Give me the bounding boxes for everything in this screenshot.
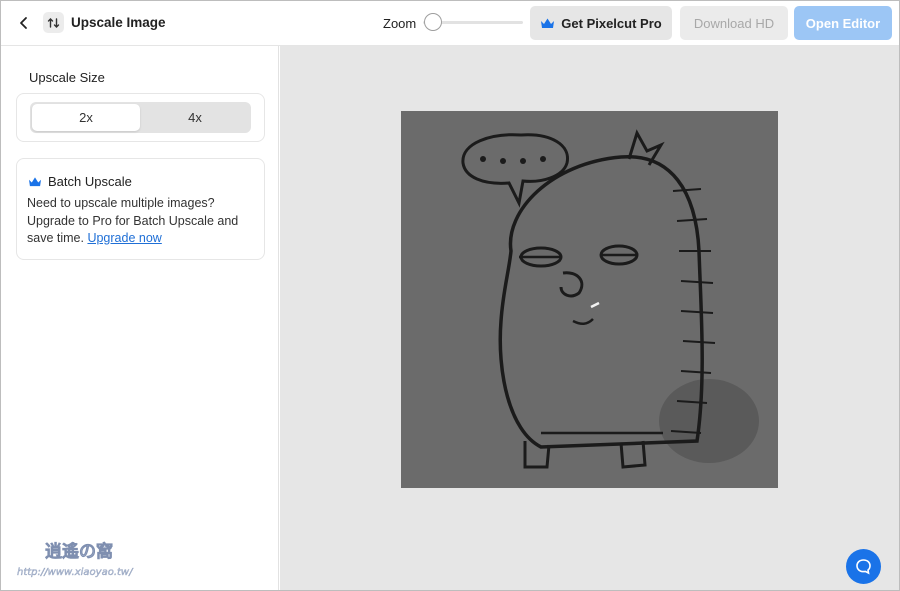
watermark-url: http://www.xiaoyao.tw/ <box>17 567 134 578</box>
upgrade-now-link[interactable]: Upgrade now <box>87 231 161 245</box>
upscale-size-toggle: 2x 4x <box>30 102 251 133</box>
sketch-character-image <box>401 111 778 488</box>
site-watermark: 逍遙の窩 http://www.xiaoyao.tw/ <box>15 539 155 581</box>
svg-text:逍遙の窩: 逍遙の窩 <box>45 541 113 562</box>
get-pro-button[interactable]: Get Pixelcut Pro <box>530 6 672 40</box>
settings-sidebar: Upscale Size 2x 4x Batch Upscale Need to… <box>1 46 279 590</box>
open-editor-button[interactable]: Open Editor <box>794 6 892 40</box>
app-window: Upscale Image Zoom Get Pixelcut Pro Down… <box>0 0 900 591</box>
chat-bubble-icon <box>856 559 871 575</box>
batch-upscale-title: Batch Upscale <box>48 174 132 189</box>
zoom-label: Zoom <box>383 16 417 31</box>
option-2x[interactable]: 2x <box>32 104 140 131</box>
upscale-size-label: Upscale Size <box>29 70 105 85</box>
upscale-tool-icon <box>43 12 64 33</box>
image-canvas <box>280 46 899 590</box>
batch-upscale-card: Batch Upscale Need to upscale multiple i… <box>16 158 265 260</box>
upscale-size-card: 2x 4x <box>16 93 265 142</box>
back-button[interactable] <box>13 12 35 34</box>
zoom-slider-thumb[interactable] <box>424 13 442 31</box>
get-pro-label: Get Pixelcut Pro <box>561 15 662 31</box>
top-bar: Upscale Image Zoom Get Pixelcut Pro Down… <box>1 1 899 46</box>
option-4x[interactable]: 4x <box>141 104 249 131</box>
crown-icon <box>541 18 555 28</box>
help-chat-button[interactable] <box>846 549 881 584</box>
batch-upscale-description: Need to upscale multiple images? Upgrade… <box>27 195 259 248</box>
chevron-left-icon <box>20 17 27 29</box>
page-title: Upscale Image <box>71 15 166 30</box>
image-preview[interactable] <box>401 111 778 488</box>
batch-upscale-header: Batch Upscale <box>28 174 132 189</box>
download-hd-button[interactable]: Download HD <box>680 6 788 40</box>
crown-icon <box>29 176 41 186</box>
